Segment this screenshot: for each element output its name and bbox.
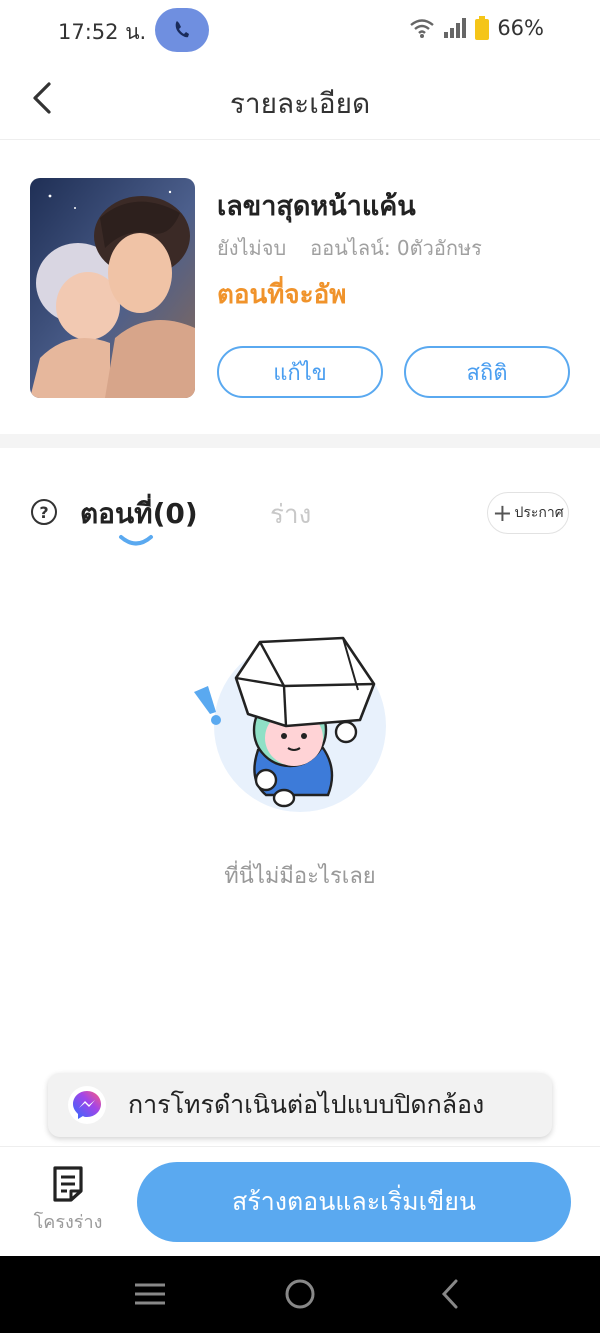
recent-apps-button[interactable] [130, 1276, 170, 1312]
system-nav-bar [0, 1256, 600, 1333]
episode-tabs: ? ตอนที่(0) ร่าง + ประกาศ [0, 448, 600, 558]
book-info-card: เลขาสุดหน้าแค้น ยังไม่จบ ออนไลน์: 0ตัวอั… [0, 140, 600, 434]
battery-icon [475, 16, 490, 40]
bottom-action-bar: โครงร่าง สร้างตอนและเริ่มเขียน [0, 1146, 600, 1256]
online-char-count: ออนไลน์: 0ตัวอักษร [310, 236, 482, 260]
empty-state-illustration [188, 630, 398, 820]
home-circle-icon [285, 1279, 315, 1309]
tab-active-indicator [119, 535, 153, 546]
tab-drafts[interactable]: ร่าง [270, 494, 311, 535]
header: รายละเอียด [0, 62, 600, 140]
wifi-icon [410, 19, 435, 38]
call-indicator-pill[interactable] [155, 8, 209, 52]
outline-button[interactable]: โครงร่าง [22, 1165, 114, 1245]
chevron-left-icon [441, 1279, 458, 1309]
signal-icon [444, 18, 467, 38]
home-button[interactable] [280, 1276, 320, 1312]
status-bar: 17:52 น. 66% [0, 0, 600, 62]
edit-button[interactable]: แก้ไข [217, 346, 383, 398]
battery-percent: 66% [497, 16, 544, 40]
book-title: เลขาสุดหน้าแค้น [217, 191, 416, 222]
messenger-icon [68, 1086, 106, 1124]
question-circle-icon[interactable]: ? [31, 499, 57, 525]
status-time: 17:52 น. [58, 20, 147, 44]
cover-illustration [30, 178, 195, 398]
page-title: รายละเอียด [229, 87, 371, 120]
call-toast[interactable]: การโทรดำเนินต่อไปแบบปิดกล้อง [48, 1073, 552, 1137]
system-back-button[interactable] [430, 1276, 470, 1312]
create-episode-button[interactable]: สร้างตอนและเริ่มเขียน [137, 1162, 571, 1242]
section-divider [0, 434, 600, 448]
outline-label: โครงร่าง [33, 1212, 103, 1233]
book-status: ยังไม่จบ [217, 236, 287, 260]
tab-episodes[interactable]: ตอนที่(0) [80, 492, 198, 536]
plus-icon: + [492, 499, 513, 527]
document-icon [53, 1166, 83, 1202]
empty-state-message: ที่นี่ไม่มีอะไรเลย [224, 864, 376, 889]
status-icons: 66% [409, 16, 544, 40]
stats-button[interactable]: สถิติ [404, 346, 570, 398]
next-episode-label: ตอนที่จะอัพ [217, 280, 347, 310]
announce-button[interactable]: + ประกาศ [487, 492, 569, 534]
menu-lines-icon [135, 1283, 165, 1305]
phone-icon [175, 21, 189, 38]
announce-label: ประกาศ [514, 505, 564, 521]
book-cover[interactable] [30, 178, 195, 398]
book-meta: ยังไม่จบ ออนไลน์: 0ตัวอักษร [217, 232, 482, 264]
toast-text: การโทรดำเนินต่อไปแบบปิดกล้อง [128, 1090, 485, 1119]
